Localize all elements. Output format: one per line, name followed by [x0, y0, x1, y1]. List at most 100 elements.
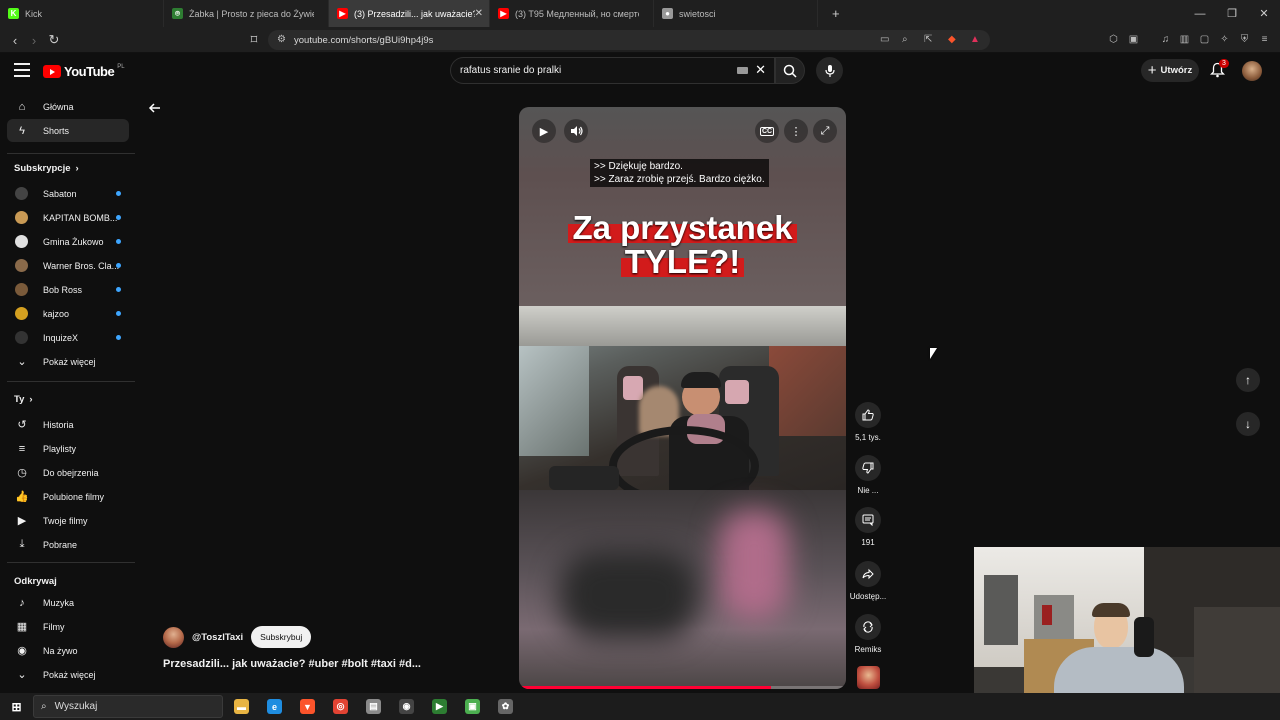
like-button[interactable]: 5,1 tys. — [853, 402, 883, 442]
voice-search-button[interactable] — [816, 57, 843, 84]
keyboard-icon[interactable] — [737, 67, 748, 74]
avatar[interactable] — [1242, 61, 1262, 81]
short-player[interactable]: ▶ CC ⋮ ⤢ >> Dziękuję bardzo. >> Zaraz zr… — [519, 107, 846, 689]
new-tab-icon[interactable]: + — [832, 6, 840, 21]
back-icon[interactable]: ‹ — [7, 32, 23, 48]
browser-tab-strip: K Kick ⌾ Żabka | Prosto z pieca do Żywiec –… — [0, 0, 1280, 27]
browser-tab[interactable]: ▶ (3) T95 Медленный, но смертельно — [490, 0, 654, 27]
sidebar-item-0[interactable]: ⌂ Główna — [7, 95, 129, 118]
more-options-button[interactable]: ⋮ — [784, 119, 808, 143]
subscription-item[interactable]: InquizeX — [7, 326, 129, 349]
show-more-subscriptions[interactable]: ⌄ Pokaż więcej — [7, 350, 129, 373]
reload-icon[interactable]: ↻ — [46, 32, 62, 48]
edge-icon[interactable]: e — [267, 699, 282, 714]
notifications-button[interactable]: 3 — [1209, 59, 1229, 78]
sidebar-item-explore[interactable]: ⌄ Pokaż więcej — [7, 663, 129, 686]
subscriptions-heading[interactable]: Subskrypcje › — [14, 163, 79, 174]
subscription-item[interactable]: Sabaton — [7, 182, 129, 205]
hamburger-icon[interactable] — [14, 63, 30, 77]
sidebar-icon[interactable]: ▥ — [1178, 33, 1191, 46]
window-controls: — ❐ ✕ — [1184, 0, 1280, 27]
extensions-icon[interactable]: ⬡ — [1107, 33, 1120, 46]
chat-icon[interactable]: ▣ — [465, 699, 480, 714]
remix-button[interactable]: Remiks — [853, 614, 883, 654]
menu-icon[interactable]: ≡ — [1258, 33, 1271, 46]
subscription-item[interactable]: Gmina Żukowo — [7, 230, 129, 253]
captions-button[interactable]: CC — [755, 119, 779, 143]
brave-rewards-icon[interactable]: ▲ — [970, 34, 980, 45]
brave-icon[interactable]: ▼ — [300, 699, 315, 714]
subscribe-button[interactable]: Subskrybuj — [251, 626, 312, 648]
browser-tab[interactable]: K Kick — [0, 0, 164, 27]
sidebar-item-you[interactable]: ⤓ Pobrane — [7, 533, 129, 556]
bookmark-icon[interactable]: ⌑ — [246, 32, 262, 48]
share-icon[interactable]: ⇱ — [924, 34, 932, 45]
next-short-button[interactable]: ↓ — [1236, 412, 1260, 436]
search-input[interactable]: rafatus sranie do pralki ✕ — [450, 57, 775, 84]
site-info-icon[interactable]: ⚙ — [277, 34, 286, 45]
sidebar-item-you[interactable]: 👍 Polubione filmy — [7, 485, 129, 508]
tab-close-icon[interactable]: ✕ — [475, 8, 483, 19]
address-bar[interactable]: ⚙ youtube.com/shorts/gBUi9hp4j9s ▭ ⌕ ⇱ ◆… — [268, 30, 990, 50]
explorer-icon[interactable]: ▬ — [234, 699, 249, 714]
sidebar-item-explore[interactable]: ◉ Na żywo — [7, 639, 129, 662]
sidebar-item-label: Pokaż więcej — [43, 669, 96, 680]
sidebar-item-label: Filmy — [43, 621, 65, 632]
close-window-icon[interactable]: ✕ — [1248, 0, 1280, 27]
sidebar-item-explore[interactable]: ♪ Muzyka — [7, 591, 129, 614]
previous-short-button[interactable]: ↑ — [1236, 368, 1260, 392]
sidebar-item-explore[interactable]: ▦ Filmy — [7, 615, 129, 638]
chrome-icon[interactable]: ◎ — [333, 699, 348, 714]
brave-shield-icon[interactable]: ◆ — [948, 34, 956, 45]
restore-icon[interactable]: ❐ — [1216, 0, 1248, 27]
play-button[interactable]: ▶ — [532, 119, 556, 143]
forward-icon[interactable]: › — [26, 32, 42, 48]
share-arrow-icon — [855, 561, 881, 587]
app-icon[interactable]: ▤ — [366, 699, 381, 714]
wallet-icon[interactable]: ▣ — [1127, 33, 1140, 46]
zoom-icon[interactable]: ⌕ — [902, 34, 908, 45]
subscription-item[interactable]: KAPITAN BOMB... — [7, 206, 129, 229]
subscription-item[interactable]: Bob Ross — [7, 278, 129, 301]
sidebar-item-you[interactable]: ↺ Historia — [7, 413, 129, 436]
channel-avatar[interactable] — [163, 626, 184, 648]
cast-icon[interactable]: ▭ — [880, 34, 889, 45]
search-button[interactable] — [775, 57, 805, 84]
create-button[interactable]: + Utwórz — [1141, 59, 1199, 82]
windows-start-icon[interactable]: ⊞ — [9, 699, 24, 714]
vpn-icon[interactable]: ⛨ — [1238, 33, 1251, 46]
sidebar-item-you[interactable]: ▶ Twoje filmy — [7, 509, 129, 532]
dislike-button[interactable]: Nie ... — [853, 455, 883, 495]
video-title[interactable]: Przesadzili... jak uważacie? #uber #bolt… — [163, 658, 421, 670]
video-icon: ▶ — [17, 515, 27, 527]
kick-icon[interactable]: ▶ — [432, 699, 447, 714]
comment-icon — [855, 507, 881, 533]
browser-tab[interactable]: ▶ (3) Przesadzili... jak uważacie? ✕ — [329, 0, 490, 27]
subscription-item[interactable]: kajzoo — [7, 302, 129, 325]
fullscreen-button[interactable]: ⤢ — [813, 119, 837, 143]
progress-bar[interactable] — [519, 686, 846, 689]
sidebar-item-1[interactable]: ϟ Shorts — [7, 119, 129, 142]
taskbar-search[interactable]: ⌕ Wyszukaj — [33, 695, 223, 718]
minimize-icon[interactable]: — — [1184, 0, 1216, 27]
media-icon[interactable]: ♫ — [1159, 33, 1172, 46]
sidebar-item-you[interactable]: ◷ Do obejrzenia — [7, 461, 129, 484]
comments-button[interactable]: 191 — [853, 507, 883, 547]
settings-icon[interactable]: ✿ — [498, 699, 513, 714]
share-button[interactable]: Udostęp... — [850, 561, 886, 601]
wallet2-icon[interactable]: ▢ — [1198, 33, 1211, 46]
browser-tab[interactable]: ⌾ Żabka | Prosto z pieca do Żywiec – M — [164, 0, 329, 27]
sound-thumbnail[interactable] — [857, 666, 880, 689]
obs-icon[interactable]: ◉ — [399, 699, 414, 714]
browser-tab[interactable]: ● swietosci — [654, 0, 818, 27]
you-heading[interactable]: Ty › — [14, 394, 33, 405]
leo-icon[interactable]: ✧ — [1218, 33, 1231, 46]
back-arrow-icon[interactable] — [148, 101, 162, 118]
channel-name[interactable]: @ToszlTaxi — [192, 632, 243, 643]
subscription-item[interactable]: Warner Bros. Cla... — [7, 254, 129, 277]
volume-button[interactable] — [564, 119, 588, 143]
youtube-logo[interactable]: YouTube PL — [43, 64, 125, 79]
clear-icon[interactable]: ✕ — [755, 62, 766, 78]
sidebar-item-label: Twoje filmy — [43, 515, 88, 526]
sidebar-item-you[interactable]: ≡ Playlisty — [7, 437, 129, 460]
